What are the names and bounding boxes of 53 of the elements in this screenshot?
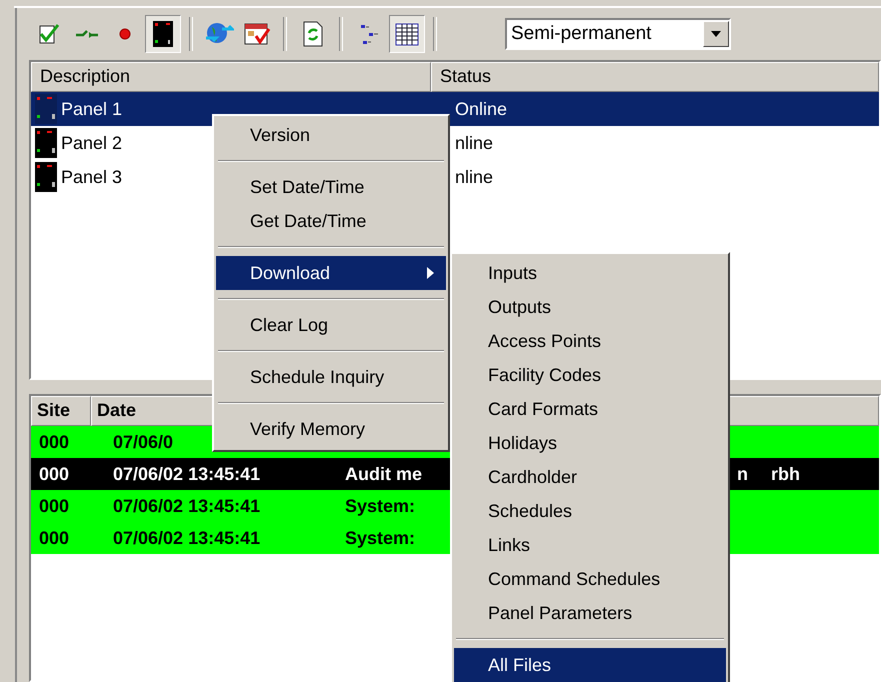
panel-icon (151, 20, 175, 48)
log-cell: Audit me (345, 464, 422, 484)
menu-item[interactable]: Access Points (454, 324, 726, 358)
status-text: nline (455, 166, 494, 188)
menu-item[interactable]: Panel Parameters (454, 596, 726, 630)
log-cell-text: 07/06/02 13:45:41 (113, 528, 262, 548)
menu-item[interactable]: Inputs (454, 256, 726, 290)
submenu-arrow-icon (427, 267, 434, 279)
panel-name[interactable]: Panel 2 (61, 132, 122, 154)
panel-icon (35, 94, 57, 124)
log-cell-text: 000 (38, 432, 70, 452)
panel-icon (35, 162, 57, 192)
check-document-icon (37, 22, 61, 46)
menu-item[interactable]: All Files (454, 648, 726, 682)
log-cell: System: (345, 496, 416, 516)
panel-name[interactable]: Panel 3 (61, 166, 122, 188)
menu-item[interactable]: Schedule Inquiry (216, 360, 446, 394)
grid-view-icon (393, 21, 421, 47)
log-cell-text: 07/06/02 13:45:41 (113, 496, 262, 516)
log-cell: System: (345, 528, 416, 548)
menu-item[interactable]: Version (216, 118, 446, 152)
menu-item[interactable]: Card Formats (454, 392, 726, 426)
menu-item[interactable]: Set Date/Time (216, 170, 446, 204)
mode-dropdown[interactable]: Semi-permanent (505, 18, 731, 50)
log-cell-text: 07/06/02 13:45:41 (113, 464, 262, 484)
menu-item[interactable]: Cardholder (454, 460, 726, 494)
log-cell-text: 07/06/0 (113, 432, 174, 452)
menu-item[interactable]: Get Date/Time (216, 204, 446, 238)
menu-item[interactable]: Clear Log (216, 308, 446, 342)
column-header[interactable]: Status (431, 62, 879, 92)
menu-item[interactable]: Outputs (454, 290, 726, 324)
refresh-document-icon (302, 21, 324, 47)
toolbar-button[interactable] (389, 15, 425, 53)
column-header[interactable]: Description (31, 62, 431, 92)
toolbar-button[interactable] (145, 15, 181, 53)
log-cell-text: 000 (38, 496, 70, 516)
menu-item[interactable]: Download (216, 256, 446, 290)
calendar-check-icon (243, 21, 271, 47)
log-cell-text: 000 (38, 464, 70, 484)
panel-name[interactable]: Panel 1 (61, 98, 122, 120)
status-text: Online (455, 98, 508, 120)
log-cell-text: n (737, 464, 749, 484)
menu-item[interactable]: Holidays (454, 426, 726, 460)
panel-icon (35, 128, 57, 158)
log-cell-text: rbh (771, 464, 801, 484)
log-cell-text: 000 (38, 528, 70, 548)
status-text: nline (455, 132, 494, 154)
menu-item[interactable]: Command Schedules (454, 562, 726, 596)
menu-item[interactable]: Schedules (454, 494, 726, 528)
menu-item[interactable]: Verify Memory (216, 412, 446, 446)
menu-item[interactable]: Links (454, 528, 726, 562)
menu-item[interactable]: Facility Codes (454, 358, 726, 392)
column-header[interactable]: Site (31, 396, 91, 426)
